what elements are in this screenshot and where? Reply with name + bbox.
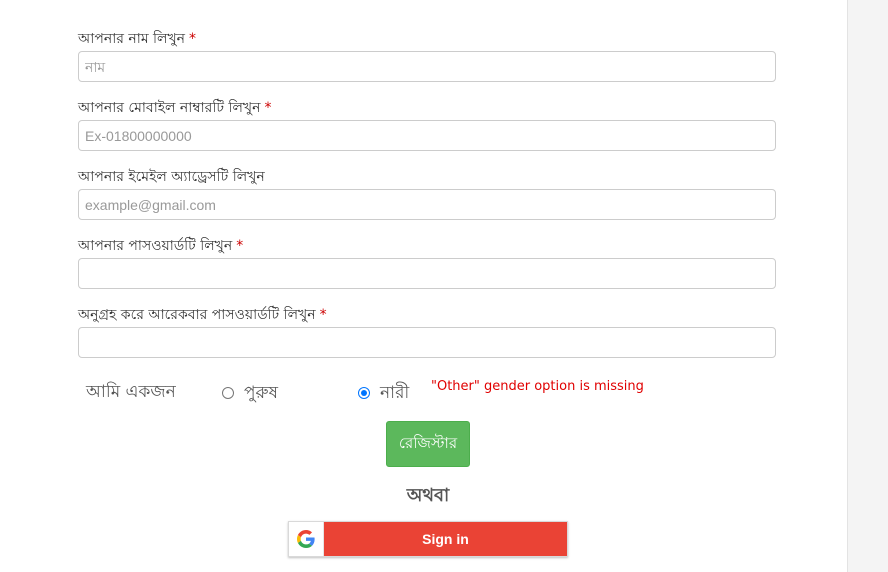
email-label: আপনার ইমেইল অ্যাড্রেসটি লিখুন <box>78 168 265 186</box>
register-button-label: রেজিস্টার <box>398 433 458 452</box>
confirm-password-label-text: অনুগ্রহ করে আরেকবার পাসওয়ার্ডটি লিখুন <box>78 307 316 323</box>
gender-option-female[interactable]: নারী <box>358 382 409 404</box>
register-button[interactable]: রেজিস্টার <box>386 421 470 467</box>
registration-panel: আপনার নাম লিখুন* আপনার মোবাইল নাম্বারটি … <box>0 0 848 572</box>
mobile-label-text: আপনার মোবাইল নাম্বারটি লিখুন <box>78 100 261 116</box>
google-logo-container <box>289 522 324 556</box>
password-label-text: আপনার পাসওয়ার্ডটি লিখুন <box>78 238 233 254</box>
name-label: আপনার নাম লিখুন * <box>78 30 196 48</box>
google-signin-label: Sign in <box>422 531 469 547</box>
required-mark: * <box>236 238 244 254</box>
or-divider-text: অথবা <box>406 485 450 506</box>
email-label-text: আপনার ইমেইল অ্যাড্রেসটি লিখুন <box>78 169 265 185</box>
confirm-password-label: অনুগ্রহ করে আরেকবার পাসওয়ার্ডটি লিখুন * <box>78 306 327 324</box>
google-signin-button[interactable]: Sign in <box>288 521 568 557</box>
name-label-text: আপনার নাম লিখুন <box>78 31 186 47</box>
required-mark: * <box>189 31 197 47</box>
female-radio[interactable] <box>358 387 370 399</box>
email-input[interactable] <box>78 189 776 220</box>
required-mark: * <box>319 307 327 323</box>
male-radio[interactable] <box>222 387 234 399</box>
name-input[interactable] <box>78 51 776 82</box>
confirm-password-input[interactable] <box>78 327 776 358</box>
required-mark: * <box>264 100 272 116</box>
gender-label: আমি একজন <box>86 382 176 402</box>
male-radio-label: পুরুষ <box>244 383 278 403</box>
mobile-label: আপনার মোবাইল নাম্বারটি লিখুন * <box>78 99 271 117</box>
missing-option-annotation: "Other" gender option is missing <box>431 379 644 394</box>
female-radio-label: নারী <box>380 383 410 403</box>
gender-option-male[interactable]: পুরুষ <box>222 382 278 404</box>
mobile-input[interactable] <box>78 120 776 151</box>
password-label: আপনার পাসওয়ার্ডটি লিখুন * <box>78 237 243 255</box>
google-g-logo-icon <box>297 530 315 548</box>
password-input[interactable] <box>78 258 776 289</box>
